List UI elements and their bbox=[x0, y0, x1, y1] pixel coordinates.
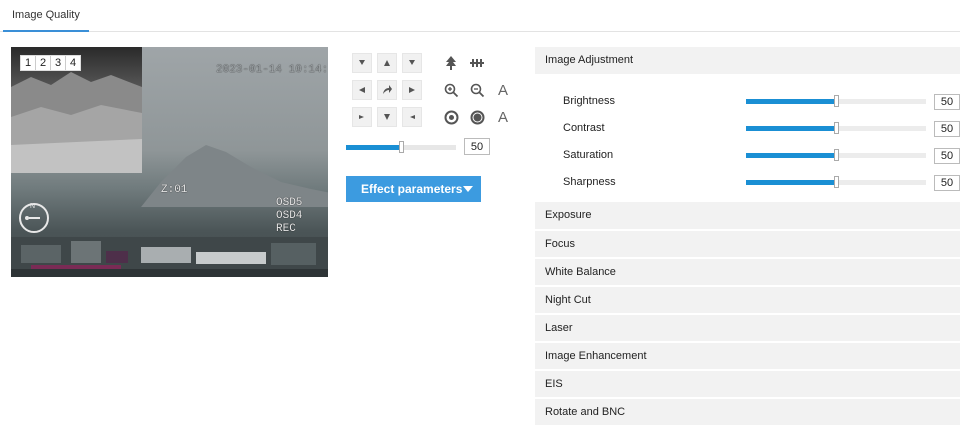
focus-near-icon[interactable] bbox=[440, 106, 462, 128]
split-button-4[interactable]: 4 bbox=[66, 56, 80, 70]
osd-line-1: OSD5 bbox=[276, 197, 303, 209]
auto-label: A bbox=[497, 81, 508, 99]
arrow-down-left-icon[interactable] bbox=[352, 107, 372, 127]
saturation-fill bbox=[746, 153, 836, 158]
contrast-thumb[interactable] bbox=[834, 122, 839, 134]
iris-auto-label: A bbox=[497, 108, 508, 126]
arrow-up-icon[interactable] bbox=[377, 53, 397, 73]
picture-in-picture[interactable]: 1 2 3 4 bbox=[11, 47, 142, 173]
contrast-value[interactable]: 50 bbox=[934, 121, 960, 137]
section-exposure[interactable]: Exposure bbox=[535, 202, 960, 229]
arrow-down-right-icon[interactable] bbox=[402, 107, 422, 127]
osd-line-3: REC bbox=[276, 223, 296, 235]
osd-zoom: Z:01 bbox=[161, 184, 188, 196]
arrow-up-left-icon[interactable] bbox=[352, 53, 372, 73]
compass-label: N bbox=[30, 203, 36, 210]
zoom-in-icon[interactable] bbox=[440, 79, 462, 101]
split-screen-buttons: 1 2 3 4 bbox=[20, 55, 81, 71]
tab-image-quality[interactable]: Image Quality bbox=[3, 0, 89, 32]
osd-line-2: OSD4 bbox=[276, 210, 303, 222]
section-night-cut[interactable]: Night Cut bbox=[535, 286, 960, 313]
arrow-right-icon[interactable] bbox=[402, 80, 422, 100]
contrast-label: Contrast bbox=[563, 122, 605, 134]
saturation-label: Saturation bbox=[563, 149, 614, 161]
ptz-speed-slider[interactable] bbox=[346, 141, 456, 153]
effect-parameters-button[interactable]: Effect parameters bbox=[346, 176, 481, 202]
effect-parameters-label: Effect parameters bbox=[361, 182, 463, 196]
saturation-value[interactable]: 50 bbox=[934, 148, 960, 164]
light-icon[interactable] bbox=[466, 52, 488, 74]
sharpness-slider[interactable] bbox=[746, 176, 926, 188]
tab-bar: Image Quality bbox=[0, 0, 960, 32]
sharpness-label: Sharpness bbox=[563, 176, 616, 188]
sharpness-thumb[interactable] bbox=[834, 176, 839, 188]
brightness-label: Brightness bbox=[563, 95, 615, 107]
iris-icon[interactable]: A bbox=[492, 106, 514, 128]
section-image-enhancement[interactable]: Image Enhancement bbox=[535, 342, 960, 369]
section-eis[interactable]: EIS bbox=[535, 370, 960, 397]
arrow-up-right-icon[interactable] bbox=[402, 53, 422, 73]
ptz-speed-fill bbox=[346, 145, 401, 150]
ptz-speed-value[interactable]: 50 bbox=[464, 138, 490, 155]
saturation-thumb[interactable] bbox=[834, 149, 839, 161]
contrast-slider[interactable] bbox=[746, 122, 926, 134]
compass-icon: N bbox=[19, 203, 49, 233]
contrast-fill bbox=[746, 126, 836, 131]
sharpness-value[interactable]: 50 bbox=[934, 175, 960, 191]
brightness-value[interactable]: 50 bbox=[934, 94, 960, 110]
brightness-fill bbox=[746, 99, 836, 104]
section-laser[interactable]: Laser bbox=[535, 314, 960, 341]
osd-timestamp: 2023-01-14 10:14:37 bbox=[216, 64, 328, 76]
arrow-left-icon[interactable] bbox=[352, 80, 372, 100]
brightness-slider[interactable] bbox=[746, 95, 926, 107]
focus-far-icon[interactable] bbox=[466, 106, 488, 128]
section-rotate-and-bnc[interactable]: Rotate and BNC bbox=[535, 398, 960, 425]
sharpness-fill bbox=[746, 180, 836, 185]
saturation-slider[interactable] bbox=[746, 149, 926, 161]
chevron-down-icon bbox=[463, 186, 473, 192]
section-white-balance[interactable]: White Balance bbox=[535, 258, 960, 285]
focus-auto-icon[interactable]: A bbox=[492, 79, 514, 101]
split-button-1[interactable]: 1 bbox=[21, 56, 36, 70]
wiper-icon[interactable] bbox=[440, 52, 462, 74]
section-focus[interactable]: Focus bbox=[535, 230, 960, 257]
arrow-down-icon[interactable] bbox=[377, 107, 397, 127]
split-button-2[interactable]: 2 bbox=[36, 56, 51, 70]
section-image-adjustment[interactable]: Image Adjustment bbox=[535, 47, 960, 74]
brightness-thumb[interactable] bbox=[834, 95, 839, 107]
split-button-3[interactable]: 3 bbox=[51, 56, 66, 70]
video-preview[interactable]: 1 2 3 4 2023-01-14 10:14:37 Z:01 OSD5 OS… bbox=[11, 47, 328, 277]
auto-scan-icon[interactable] bbox=[377, 80, 397, 100]
ptz-speed-thumb[interactable] bbox=[399, 141, 404, 153]
zoom-out-icon[interactable] bbox=[466, 79, 488, 101]
